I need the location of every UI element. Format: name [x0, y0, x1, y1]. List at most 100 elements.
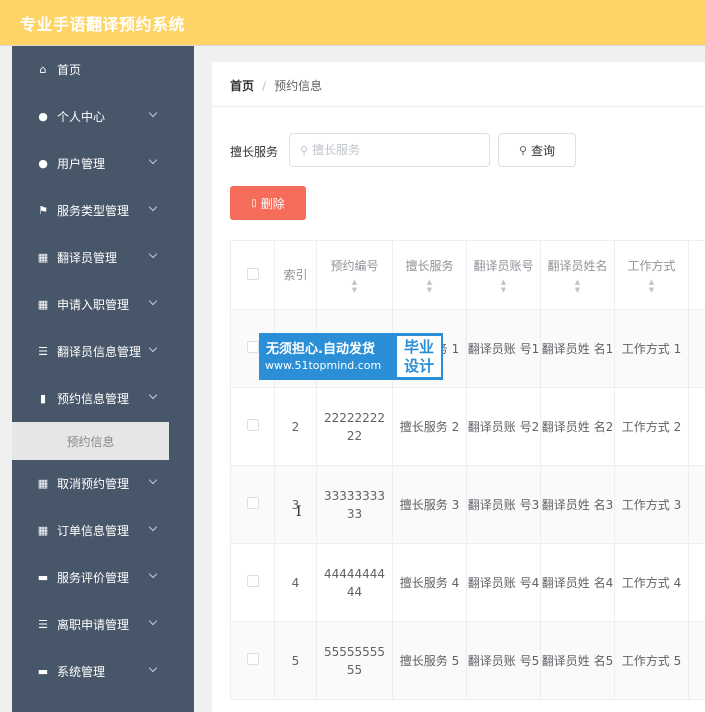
sidebar-item[interactable]: ⌂ 首页 [12, 46, 194, 93]
table-cell-service: 擅长服务 2 [392, 387, 467, 466]
sidebar-item-label: 用户管理 [57, 157, 106, 171]
sidebar-subitem-booking-info[interactable]: 预约信息 [12, 422, 169, 460]
sidebar-item-label: 翻译员信息管理 [57, 345, 142, 359]
search-field[interactable]: ⚲ [289, 133, 490, 167]
sidebar-item-label: 系统管理 [57, 665, 106, 679]
sidebar-item[interactable]: ▦ 订单信息管理 [12, 507, 194, 554]
table-cell-account: 翻译员账 号1 [466, 309, 541, 388]
table-cell-name: 翻译员姓 名2 [540, 387, 615, 466]
watermark-line2: www.51topmind.com [265, 359, 382, 372]
column-header-index: 索引 [274, 240, 317, 310]
top-bar: 专业手语翻译预约系统 [0, 0, 705, 46]
grid-icon: ▦ [37, 477, 49, 490]
row-select-cell [230, 465, 275, 544]
search-input[interactable] [312, 143, 483, 157]
sidebar-item[interactable]: ▦ 申请入职管理 [12, 281, 194, 328]
search-label: 擅长服务 [230, 145, 279, 159]
table-cell-name: 翻译员姓 名3 [540, 465, 615, 544]
table-cell-service: 擅长服务 5 [392, 621, 467, 700]
sidebar-item[interactable]: ● 用户管理 [12, 140, 194, 187]
query-button-label: 查询 [531, 143, 556, 158]
table-header-row: 索引 预约编号 ▲ ▼ 擅长服务 ▲ ▼ 翻译员账号 ▲ ▼ 翻译员姓名 ▲ ▼ 工作方式 ▲ ▼ [230, 240, 705, 310]
bus-icon: ▬ [37, 665, 49, 678]
grid-icon: ▦ [37, 298, 49, 311]
watermark-badge: 毕业 设计 [397, 336, 441, 377]
watermark-banner: 无须担心.自动发货 www.51topmind.com 毕业 设计 [259, 333, 443, 380]
column-header-service[interactable]: 擅长服务 ▲ ▼ [392, 240, 467, 310]
table-cell-next [688, 621, 705, 700]
table-cell-next [688, 387, 705, 466]
delete-button[interactable]: ▯ 删除 [230, 186, 306, 220]
column-header-next [688, 240, 705, 310]
table-cell-service: 擅长服务 3 [392, 465, 467, 544]
chevron-down-icon [148, 202, 158, 212]
table-row[interactable]: 4 44444444 44 擅长服务 4 翻译员账 号4 翻译员姓 名4 工作方式 4 [230, 543, 705, 622]
breadcrumb-separator: / [262, 79, 267, 93]
sidebar-item[interactable]: ● 个人中心 [12, 93, 194, 140]
row-select-cell [230, 543, 275, 622]
list-icon: ☰ [38, 345, 48, 358]
sidebar-item-label: 离职申请管理 [57, 618, 130, 632]
sidebar-item[interactable]: ▦ 翻译员管理 [12, 234, 194, 281]
chevron-down-icon [148, 108, 158, 118]
sort-icon[interactable]: ▲ ▼ [393, 278, 466, 294]
table-row[interactable]: 2 22222222 22 擅长服务 2 翻译员账 号2 翻译员姓 名2 工作方式 2 [230, 387, 705, 466]
sidebar-item-label: 取消预约管理 [57, 477, 130, 491]
column-header-account[interactable]: 翻译员账号 ▲ ▼ [466, 240, 541, 310]
table-cell-account: 翻译员账 号2 [466, 387, 541, 466]
search-icon: ⚲ [300, 143, 309, 157]
sidebar-item-label: 首页 [57, 63, 82, 77]
table-cell-next [688, 465, 705, 544]
table-cell-booking-no: 22222222 22 [316, 387, 393, 466]
row-checkbox[interactable] [246, 340, 259, 353]
watermark-badge-line2: 设计 [403, 357, 434, 375]
watermark-text: 无须担心.自动发货 www.51topmind.com [261, 335, 395, 378]
sort-icon[interactable]: ▲ ▼ [615, 278, 688, 294]
row-checkbox[interactable] [246, 652, 259, 665]
table-cell-booking-no: 33333333 33 [316, 465, 393, 544]
sidebar-item[interactable]: ▮ 预约信息管理 [12, 375, 194, 422]
table-cell-mode: 工作方式 4 [614, 543, 689, 622]
query-button[interactable]: ⚲ 查询 [498, 133, 576, 167]
sidebar-item-label: 订单信息管理 [57, 524, 130, 538]
breadcrumb: 首页 / 预约信息 [230, 77, 322, 94]
column-header-booking-no[interactable]: 预约编号 ▲ ▼ [316, 240, 393, 310]
table-cell-index: 2 [274, 387, 317, 466]
row-checkbox[interactable] [246, 496, 259, 509]
sidebar-item-label: 预约信息管理 [57, 392, 130, 406]
sidebar: ⌂ 首页 ● 个人中心 ● 用户管理 ⚑ 服务类型管理 ▦ 翻译员管理 ▦ 申请入职管理 ☰ 翻译员信息管… [12, 46, 194, 712]
row-checkbox[interactable] [246, 574, 259, 587]
row-select-cell [230, 621, 275, 700]
chevron-down-icon [148, 663, 158, 673]
home-icon: ⌂ [39, 63, 47, 76]
column-header-mode[interactable]: 工作方式 ▲ ▼ [614, 240, 689, 310]
trash-icon: ▯ [251, 197, 257, 209]
column-header-name[interactable]: 翻译员姓名 ▲ ▼ [540, 240, 615, 310]
app-page: 专业手语翻译预约系统 ⌂ 首页 ● 个人中心 ● 用户管理 ⚑ 服务类型管理 ▦ 翻译员管理 ▦ 申请… [0, 0, 705, 712]
row-select-cell [230, 387, 275, 466]
select-all-checkbox[interactable] [246, 267, 259, 280]
sidebar-item[interactable]: ☰ 翻译员信息管理 [12, 328, 194, 375]
sidebar-item[interactable]: ▬ 系统管理 [12, 648, 194, 695]
sidebar-item[interactable]: ☰ 离职申请管理 [12, 601, 194, 648]
sort-icon[interactable]: ▲ ▼ [317, 278, 392, 294]
breadcrumb-home[interactable]: 首页 [230, 79, 254, 93]
sort-icon[interactable]: ▲ ▼ [541, 278, 614, 294]
chevron-down-icon [148, 296, 158, 306]
watermark-badge-line1: 毕业 [403, 338, 434, 356]
table-cell-index: 4 [274, 543, 317, 622]
table-cell-name: 翻译员姓 名1 [540, 309, 615, 388]
row-checkbox[interactable] [246, 418, 259, 431]
sidebar-item[interactable]: ▦ 取消预约管理 [12, 460, 194, 507]
sidebar-item-label: 翻译员管理 [57, 251, 118, 265]
sort-icon[interactable]: ▲ ▼ [467, 278, 540, 294]
sidebar-item[interactable]: ⚑ 服务类型管理 [12, 187, 194, 234]
sidebar-item[interactable]: ▬ 服务评价管理 [12, 554, 194, 601]
flag-icon: ⚑ [38, 204, 48, 217]
chevron-down-icon [148, 155, 158, 165]
chevron-down-icon [148, 569, 158, 579]
table-row[interactable]: 3 33333333 33 擅长服务 3 翻译员账 号3 翻译员姓 名3 工作方式 3 [230, 465, 705, 544]
grid-icon: ▦ [37, 524, 49, 537]
sidebar-item-label: 服务类型管理 [57, 204, 130, 218]
table-row[interactable]: 5 55555555 55 擅长服务 5 翻译员账 号5 翻译员姓 名5 工作方式 5 [230, 621, 705, 700]
